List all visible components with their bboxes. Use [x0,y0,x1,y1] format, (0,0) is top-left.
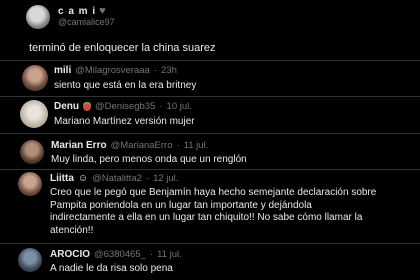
reply-time[interactable]: 11 jul. [157,249,182,260]
reply-text: Mariano Martínez versión mujer [54,116,195,127]
reply-text: A nadie le da risa solo pena [50,263,173,274]
reply-handle[interactable]: @Milagrosveraaa [75,65,150,76]
reply-text: siento que está en la era britney [54,80,197,91]
reply-name[interactable]: Denu [54,101,79,112]
reply-handle[interactable]: @Natalitta2 [92,173,142,184]
reply-header: Denu @Denisegb35 · 10 jul. [54,101,192,112]
reply-header: Liitta ☺ @Natalitta2 · 12 jul. [50,173,178,184]
reply-time[interactable]: 11 jul. [184,140,209,151]
divider [0,60,420,61]
reply-time[interactable]: 10 jul. [167,101,192,112]
reply-header: Marian Erro @MarianaErro · 11 jul. [51,140,208,151]
main-handle[interactable]: @camialice97 [58,17,115,27]
reply-time[interactable]: 12 jul. [153,173,178,184]
divider [0,133,420,134]
reply-time[interactable]: 23h [161,65,177,76]
reply-avatar[interactable] [22,65,48,91]
strawberry-icon [83,102,91,111]
main-author[interactable]: c a m i ♥ [58,5,106,17]
reply-avatar[interactable] [20,100,48,128]
divider [0,243,420,244]
main-post-text: terminó de enloquecer la china suarez [29,42,216,54]
reply-text: Creo que le pegó que Benjamín haya hecho… [50,187,416,237]
reply-name[interactable]: AROCIO [50,249,90,260]
reply-separator: · [149,249,154,260]
reply-handle[interactable]: @Denisegb35 [95,101,155,112]
divider [0,169,420,170]
reply-name[interactable]: mili [54,65,71,76]
reply-handle[interactable]: @MarianaErro [111,140,173,151]
reply-avatar[interactable] [18,172,42,196]
reply-separator: · [153,65,157,76]
main-avatar[interactable] [26,5,50,29]
reply-name[interactable]: Marian Erro [51,140,107,151]
reply-header: mili @Milagrosveraaa · 23h [54,65,177,76]
reply-separator: · [145,173,150,184]
reply-avatar[interactable] [20,140,44,164]
heart-icon: ♥ [99,5,106,17]
reply-text-line: Pampita poniendola en un lugar tan impor… [50,199,312,211]
reply-separator: · [176,140,180,151]
reply-avatar[interactable] [18,248,42,272]
reply-text-line: Creo que le pegó que Benjamín haya hecho… [50,187,377,198]
reply-text-line: atención!! [50,224,94,236]
reply-name[interactable]: Liitta [50,173,74,184]
main-display-name: c a m i [58,5,97,17]
smile-emoji-icon: ☺ [77,173,89,184]
reply-header: AROCIO @6380465_ · 11 jul. [50,249,182,260]
reply-handle[interactable]: @6380465_ [94,249,146,260]
reply-text-line: indirectamente a ella en un lugar tan ch… [50,212,363,223]
reply-text: Muy linda, pero menos onda que un rengló… [51,154,247,165]
divider [0,96,420,97]
reply-separator: · [159,101,163,112]
